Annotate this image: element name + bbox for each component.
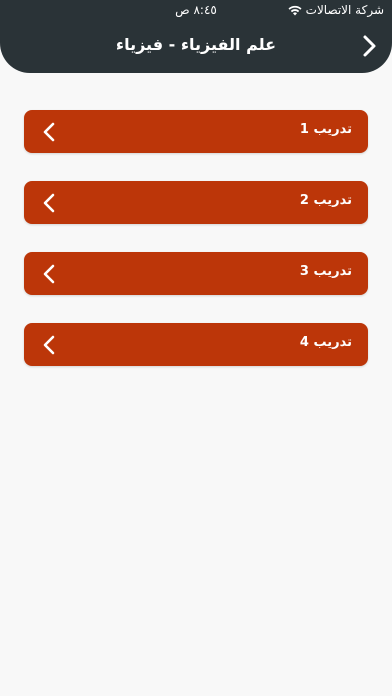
title-row: علم الفيزياء - فيزياء [0, 28, 392, 64]
list-item-training-2[interactable]: تدريب 2 [24, 181, 368, 224]
app-header: شركة الاتصالات ٨:٤٥ ص علم الفيزياء - فيز… [0, 0, 392, 73]
status-time: ٨:٤٥ ص [175, 3, 217, 17]
list-item-training-3[interactable]: تدريب 3 [24, 252, 368, 295]
chevron-left-icon [43, 193, 55, 213]
list-item-label: تدريب 2 [299, 193, 352, 208]
chevron-left-icon [43, 335, 55, 355]
list-item-label: تدريب 4 [299, 335, 352, 350]
list-item-label: تدريب 3 [299, 264, 352, 279]
chevron-right-icon[interactable] [356, 32, 382, 60]
page-title: علم الفيزياء - فيزياء [115, 35, 277, 54]
training-list: تدريب 1 تدريب 2 تدريب 3 تدريب 4 [24, 110, 368, 394]
chevron-left-icon [43, 122, 55, 142]
chevron-left-icon [43, 264, 55, 284]
list-item-training-1[interactable]: تدريب 1 [24, 110, 368, 153]
status-bar: شركة الاتصالات ٨:٤٥ ص [0, 0, 392, 20]
list-item-training-4[interactable]: تدريب 4 [24, 323, 368, 366]
list-item-label: تدريب 1 [299, 122, 352, 137]
